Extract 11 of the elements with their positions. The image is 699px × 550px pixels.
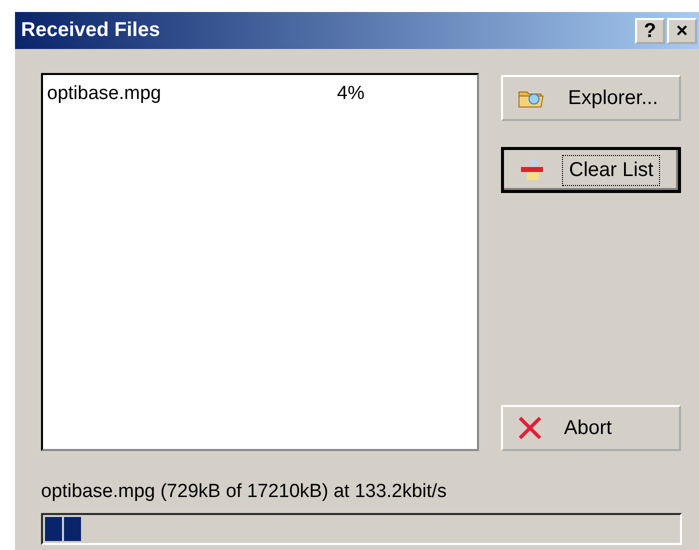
file-row[interactable]: optibase.mpg 4% — [47, 83, 473, 105]
status-text: optibase.mpg (729kB of 17210kB) at 133.2kbit/s — [41, 481, 448, 503]
explorer-button[interactable]: Explorer... — [501, 75, 681, 121]
window-title: Received Files — [21, 19, 160, 42]
abort-button[interactable]: Abort — [501, 405, 681, 451]
file-name: optibase.mpg — [47, 83, 162, 105]
file-progress: 4% — [337, 83, 364, 105]
help-button[interactable]: ? — [635, 18, 665, 44]
close-icon — [517, 416, 543, 440]
clear-button[interactable]: Clear List — [501, 147, 681, 193]
close-button[interactable]: × — [667, 18, 697, 44]
